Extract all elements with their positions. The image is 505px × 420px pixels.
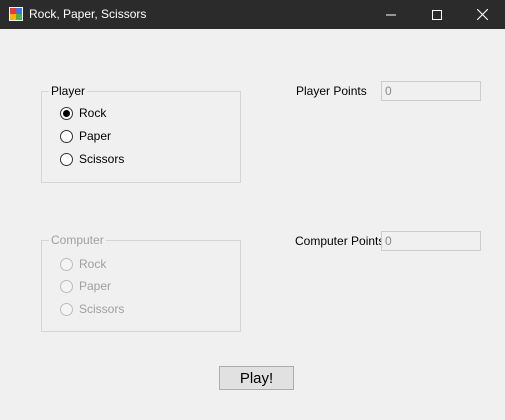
computer-scissors-label: Scissors <box>79 302 125 316</box>
play-button[interactable]: Play! <box>219 366 294 390</box>
title-bar: Rock, Paper, Scissors <box>0 0 505 29</box>
computer-scissors-radio <box>60 302 73 316</box>
computer-rock-label: Rock <box>79 257 107 271</box>
computer-group-label: Computer <box>49 233 106 247</box>
close-button[interactable] <box>459 0 505 29</box>
player-rock-label: Rock <box>79 106 107 120</box>
close-icon <box>476 9 488 20</box>
window-title: Rock, Paper, Scissors <box>29 7 147 21</box>
player-rock-radio[interactable] <box>60 106 73 120</box>
player-group-label: Player <box>49 84 88 98</box>
app-icon <box>9 7 23 21</box>
computer-rock-option: Rock <box>60 256 106 272</box>
player-paper-label: Paper <box>79 129 112 143</box>
player-scissors-option[interactable]: Scissors <box>60 151 124 167</box>
computer-paper-option: Paper <box>60 278 111 294</box>
player-scissors-radio[interactable] <box>60 152 73 166</box>
minimize-icon <box>386 14 396 15</box>
computer-scissors-option: Scissors <box>60 301 124 317</box>
player-points-label: Player Points <box>296 84 367 98</box>
player-rock-option[interactable]: Rock <box>60 105 106 121</box>
maximize-icon <box>432 9 442 20</box>
computer-rock-radio <box>60 257 73 271</box>
player-scissors-label: Scissors <box>79 152 125 166</box>
computer-points-label: Computer Points <box>295 234 385 248</box>
maximize-button[interactable] <box>414 0 460 29</box>
computer-points-field[interactable]: 0 <box>381 231 481 251</box>
player-groupbox: Player Rock Paper Scissors <box>41 84 241 183</box>
player-paper-option[interactable]: Paper <box>60 128 111 144</box>
player-points-field[interactable]: 0 <box>381 81 481 101</box>
computer-paper-radio <box>60 279 73 293</box>
computer-groupbox: Computer Rock Paper Scissors <box>41 233 241 332</box>
player-paper-radio[interactable] <box>60 129 73 143</box>
computer-paper-label: Paper <box>79 279 112 293</box>
minimize-button[interactable] <box>368 0 414 29</box>
